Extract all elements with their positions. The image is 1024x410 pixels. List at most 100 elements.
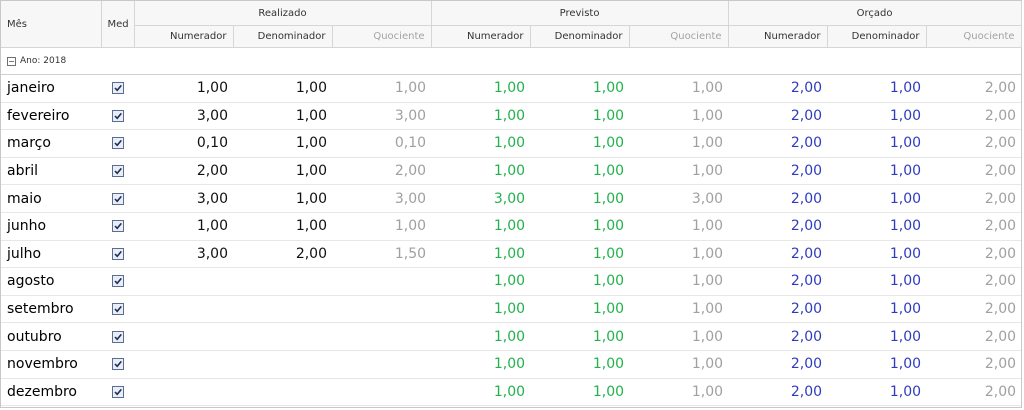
table-row[interactable]: dezembro 1,00 1,00 1,00 2,00 1,00 2,00 (1, 378, 1022, 407)
cell-previsto-quociente[interactable]: 1,00 (629, 322, 729, 351)
table-row[interactable]: agosto 1,00 1,00 1,00 2,00 1,00 2,00 (1, 267, 1022, 296)
cell-previsto-numerador[interactable]: 1,00 (431, 267, 531, 296)
cell-realizado-numerador[interactable] (134, 350, 233, 379)
cell-realizado-numerador[interactable] (134, 267, 233, 296)
table-row[interactable]: abril 2,00 1,00 2,00 1,00 1,00 1,00 2,00 1,00 2,0… (1, 157, 1022, 186)
table-row[interactable]: janeiro 1,00 1,00 1,00 1,00 1,00 1,00 2,00 1,00 2… (1, 74, 1022, 103)
cell-previsto-quociente[interactable]: 1,00 (629, 267, 729, 296)
cell-mes[interactable]: março (1, 129, 101, 158)
cell-realizado-numerador[interactable]: 2,00 (134, 157, 233, 186)
cell-orcado-numerador[interactable]: 2,00 (728, 295, 828, 324)
cell-previsto-quociente[interactable]: 1,00 (629, 240, 729, 269)
cell-orcado-quociente[interactable]: 2,00 (926, 212, 1022, 241)
cell-realizado-numerador[interactable] (134, 322, 233, 351)
cell-orcado-quociente[interactable]: 2,00 (926, 378, 1022, 407)
cell-mes[interactable]: julho (1, 240, 101, 269)
cell-realizado-quociente[interactable]: 1,00 (332, 74, 432, 103)
table-row[interactable]: julho 3,00 2,00 1,50 1,00 1,00 1,00 2,00 1,00 2,0… (1, 240, 1022, 269)
cell-orcado-denominador[interactable]: 1,00 (827, 378, 927, 407)
table-row[interactable]: outubro 1,00 1,00 1,00 2,00 1,00 2,00 (1, 322, 1022, 351)
cell-orcado-denominador[interactable]: 1,00 (827, 157, 927, 186)
med-checkbox[interactable] (111, 385, 124, 398)
column-header-realizado-numerador[interactable]: Numerador (134, 25, 234, 48)
med-checkbox[interactable] (111, 358, 124, 371)
cell-orcado-numerador[interactable]: 2,00 (728, 74, 828, 103)
cell-realizado-numerador[interactable]: 3,00 (134, 102, 233, 131)
cell-previsto-numerador[interactable]: 1,00 (431, 212, 531, 241)
cell-orcado-quociente[interactable]: 2,00 (926, 267, 1022, 296)
cell-orcado-numerador[interactable]: 2,00 (728, 102, 828, 131)
cell-mes[interactable]: outubro (1, 322, 101, 351)
cell-orcado-numerador[interactable]: 2,00 (728, 129, 828, 158)
cell-previsto-denominador[interactable]: 1,00 (530, 102, 630, 131)
cell-previsto-denominador[interactable]: 1,00 (530, 267, 630, 296)
column-header-realizado-denominador[interactable]: Denominador (233, 25, 333, 48)
column-header-orcado-quociente[interactable]: Quociente (926, 25, 1022, 48)
cell-orcado-denominador[interactable]: 1,00 (827, 129, 927, 158)
cell-previsto-quociente[interactable]: 1,00 (629, 74, 729, 103)
cell-realizado-quociente[interactable] (332, 267, 432, 296)
cell-previsto-numerador[interactable]: 3,00 (431, 184, 531, 213)
cell-realizado-quociente[interactable] (332, 295, 432, 324)
cell-previsto-numerador[interactable]: 1,00 (431, 378, 531, 407)
cell-mes[interactable]: maio (1, 184, 101, 213)
cell-previsto-denominador[interactable]: 1,00 (530, 322, 630, 351)
cell-mes[interactable]: abril (1, 157, 101, 186)
cell-realizado-denominador[interactable]: 1,00 (233, 129, 332, 158)
cell-orcado-numerador[interactable]: 2,00 (728, 184, 828, 213)
cell-orcado-denominador[interactable]: 1,00 (827, 322, 927, 351)
cell-orcado-numerador[interactable]: 2,00 (728, 267, 828, 296)
cell-realizado-numerador[interactable]: 1,00 (134, 74, 233, 103)
cell-mes[interactable]: dezembro (1, 378, 101, 407)
cell-realizado-numerador[interactable] (134, 295, 233, 324)
cell-realizado-denominador[interactable]: 1,00 (233, 157, 332, 186)
cell-realizado-quociente[interactable] (332, 378, 432, 407)
column-header-med[interactable]: Med (101, 1, 135, 48)
med-checkbox[interactable] (111, 303, 124, 316)
cell-previsto-denominador[interactable]: 1,00 (530, 184, 630, 213)
table-row[interactable]: fevereiro 3,00 1,00 3,00 1,00 1,00 1,00 2,00 1,0… (1, 102, 1022, 131)
cell-realizado-numerador[interactable]: 1,00 (134, 212, 233, 241)
cell-previsto-denominador[interactable]: 1,00 (530, 74, 630, 103)
med-checkbox[interactable] (111, 220, 124, 233)
med-checkbox[interactable] (111, 192, 124, 205)
cell-previsto-denominador[interactable]: 1,00 (530, 378, 630, 407)
cell-orcado-quociente[interactable]: 2,00 (926, 350, 1022, 379)
cell-realizado-denominador[interactable] (233, 378, 332, 407)
column-header-previsto-quociente[interactable]: Quociente (629, 25, 729, 48)
cell-previsto-quociente[interactable]: 1,00 (629, 350, 729, 379)
cell-orcado-quociente[interactable]: 2,00 (926, 157, 1022, 186)
cell-realizado-denominador[interactable] (233, 267, 332, 296)
cell-orcado-numerador[interactable]: 2,00 (728, 157, 828, 186)
cell-orcado-denominador[interactable]: 1,00 (827, 350, 927, 379)
cell-orcado-denominador[interactable]: 1,00 (827, 184, 927, 213)
cell-mes[interactable]: fevereiro (1, 102, 101, 131)
cell-orcado-numerador[interactable]: 2,00 (728, 240, 828, 269)
cell-mes[interactable]: novembro (1, 350, 101, 379)
cell-previsto-numerador[interactable]: 1,00 (431, 102, 531, 131)
med-checkbox[interactable] (111, 109, 124, 122)
cell-mes[interactable]: junho (1, 212, 101, 241)
cell-previsto-denominador[interactable]: 1,00 (530, 157, 630, 186)
cell-realizado-quociente[interactable]: 3,00 (332, 184, 432, 213)
cell-mes[interactable]: agosto (1, 267, 101, 296)
med-checkbox[interactable] (111, 275, 124, 288)
cell-previsto-denominador[interactable]: 1,00 (530, 129, 630, 158)
cell-realizado-denominador[interactable]: 1,00 (233, 74, 332, 103)
med-checkbox[interactable] (111, 247, 124, 260)
cell-previsto-numerador[interactable]: 1,00 (431, 157, 531, 186)
med-checkbox[interactable] (111, 165, 124, 178)
table-row[interactable]: novembro 1,00 1,00 1,00 2,00 1,00 2,00 (1, 350, 1022, 379)
cell-previsto-numerador[interactable]: 1,00 (431, 74, 531, 103)
cell-realizado-numerador[interactable]: 0,10 (134, 129, 233, 158)
cell-previsto-numerador[interactable]: 1,00 (431, 129, 531, 158)
cell-realizado-quociente[interactable] (332, 350, 432, 379)
cell-realizado-numerador[interactable]: 3,00 (134, 240, 233, 269)
cell-mes[interactable]: janeiro (1, 74, 101, 103)
cell-orcado-quociente[interactable]: 2,00 (926, 184, 1022, 213)
column-header-mes[interactable]: Mês (1, 1, 102, 48)
med-checkbox[interactable] (111, 82, 124, 95)
cell-orcado-denominador[interactable]: 1,00 (827, 74, 927, 103)
cell-realizado-numerador[interactable]: 3,00 (134, 184, 233, 213)
cell-realizado-denominador[interactable]: 1,00 (233, 184, 332, 213)
